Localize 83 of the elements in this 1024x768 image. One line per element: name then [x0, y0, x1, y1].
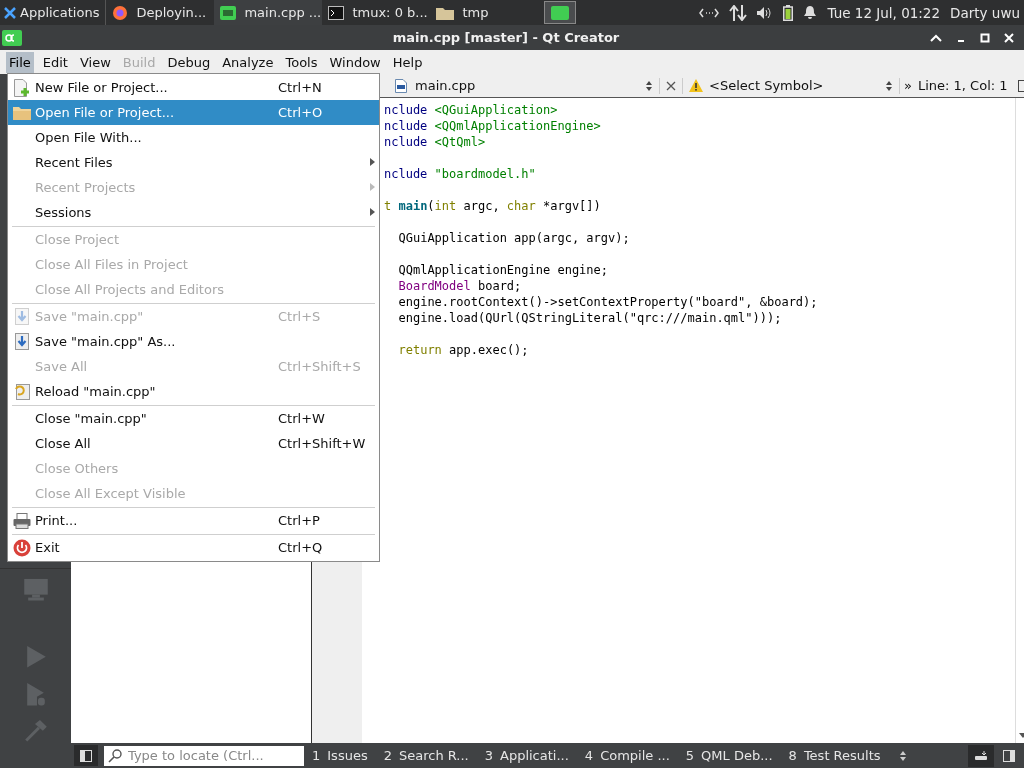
menu-item[interactable]: Close All Ctrl+Shift+W	[8, 431, 379, 456]
printer-icon	[12, 512, 31, 529]
menu-item[interactable]: Reload "main.cpp"	[8, 379, 379, 404]
scroll-down-icon[interactable]	[1017, 733, 1024, 739]
user-name[interactable]: Darty uwu	[950, 4, 1020, 21]
locate-field[interactable]: Type to locate (Ctrl...	[104, 745, 304, 766]
code-line: nclude <QGuiApplication>	[384, 102, 559, 118]
volume-icon[interactable]	[757, 5, 774, 20]
battery-icon[interactable]	[783, 4, 794, 21]
menu-item[interactable]: Open File or Project... Ctrl+O	[8, 100, 379, 125]
menu-bar-item[interactable]: View	[76, 51, 114, 73]
code-line: engine.load(QUrl(QStringLiteral("qrc:///main.qml")));	[397, 310, 783, 326]
close-icon[interactable]	[666, 80, 676, 91]
menu-item[interactable]: Open File With...	[8, 125, 379, 150]
cursor-position[interactable]: Line: 1, Col: 1	[917, 78, 1008, 93]
menu-item[interactable]: Print... Ctrl+P	[8, 508, 379, 533]
sidebar-icon	[80, 749, 92, 762]
more-chevron[interactable]: »	[904, 78, 912, 93]
app-icon	[551, 5, 570, 20]
cpp-file-icon	[395, 78, 407, 93]
folder-icon	[436, 5, 455, 20]
code-line: QQmlApplicationEngine engine;	[397, 262, 609, 278]
taskbar-task[interactable]: main.cpp ...	[214, 0, 323, 25]
window-title: main.cpp [master] - Qt Creator	[391, 30, 621, 45]
x-logo-icon	[4, 6, 16, 19]
sidebar-icon	[1003, 749, 1015, 762]
menu-bar-item[interactable]: Debug	[164, 51, 214, 73]
app-icon	[220, 5, 237, 20]
transfer-arrows-icon[interactable]	[729, 4, 748, 21]
app-launcher-button[interactable]	[544, 1, 577, 24]
submenu-arrow-icon	[370, 183, 375, 191]
open-file-selector[interactable]: main.cpp	[415, 78, 639, 93]
menu-bar-item[interactable]: File	[6, 51, 34, 73]
code-line: BoardModel board;	[397, 278, 523, 294]
output-pane-tab[interactable]: 2 Search R...	[383, 748, 469, 763]
sidebar-toggle-button[interactable]	[74, 745, 98, 766]
output-pane-tab[interactable]: 3 Applicati...	[484, 748, 569, 763]
clock[interactable]: Tue 12 Jul, 01:22	[827, 4, 941, 21]
network-icon[interactable]	[699, 6, 720, 19]
output-pane-tab[interactable]: 4 Compile ...	[584, 748, 670, 763]
up-down-arrows-icon[interactable]	[898, 749, 907, 762]
panel-down-icon	[974, 749, 988, 762]
save-icon	[14, 308, 29, 325]
output-toggle-button[interactable]	[968, 744, 994, 767]
menu-item[interactable]: Exit Ctrl+Q	[8, 535, 379, 560]
code-line: t main(int argc, char *argv[])	[384, 198, 602, 214]
menu-item[interactable]: Save "main.cpp" As...	[8, 329, 379, 354]
chevron-up-icon[interactable]	[930, 32, 942, 43]
reload-icon	[13, 383, 30, 400]
output-pane-tab[interactable]: 1 Issues	[312, 748, 368, 763]
menu-item[interactable]: New File or Project... Ctrl+N	[8, 75, 379, 100]
search-icon	[108, 748, 124, 763]
menu-item[interactable]: Sessions	[8, 200, 379, 225]
code-line: nclude <QQmlApplicationEngine>	[384, 118, 602, 134]
symbol-selector[interactable]: <Select Symbol>	[709, 78, 879, 93]
maximize-icon[interactable]	[980, 32, 990, 43]
up-down-arrows-icon[interactable]	[885, 79, 893, 92]
menu-bar-item[interactable]: Tools	[282, 51, 321, 73]
submenu-arrow-icon	[370, 158, 375, 166]
code-line: QGuiApplication app(argc, argv);	[397, 230, 631, 246]
code-line: nclude "boardmodel.h"	[384, 166, 537, 182]
menu-item[interactable]: Close "main.cpp" Ctrl+W	[8, 406, 379, 431]
warning-icon[interactable]	[689, 79, 703, 92]
terminal-icon	[328, 5, 345, 20]
code-line: return app.exec();	[397, 342, 530, 358]
menu-bar-item[interactable]: Help	[389, 51, 426, 73]
power-icon	[12, 538, 31, 557]
app-logo-icon	[2, 29, 22, 46]
code-line: nclude <QtQml>	[384, 134, 487, 150]
menu-bar-item[interactable]: Window	[326, 51, 384, 73]
folder-icon	[12, 105, 31, 120]
browser-icon	[112, 4, 129, 21]
output-pane-tab[interactable]: 8 Test Results	[788, 748, 881, 763]
new-file-icon	[13, 78, 30, 97]
up-down-arrows-icon[interactable]	[645, 79, 653, 92]
submenu-arrow-icon	[370, 208, 375, 216]
save-icon	[14, 333, 29, 350]
notification-bell-icon[interactable]	[803, 5, 818, 20]
menu-item[interactable]: Recent Files	[8, 150, 379, 175]
menu-bar-item[interactable]: Edit	[39, 51, 71, 73]
menu-bar-item[interactable]: Analyze	[219, 51, 277, 73]
code-line: engine.rootContext()->setContextProperty("board", &board);	[397, 294, 819, 310]
output-pane-tab[interactable]: 5 QML Deb...	[685, 748, 773, 763]
